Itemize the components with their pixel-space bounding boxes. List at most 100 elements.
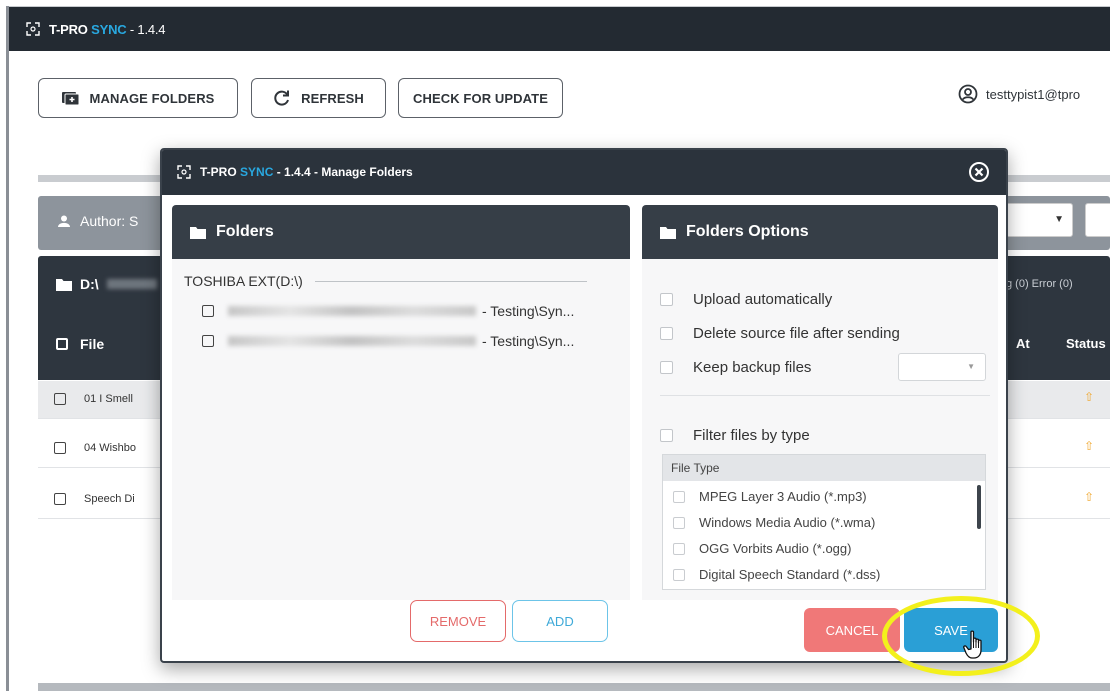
tree-divider bbox=[314, 280, 587, 282]
folder-item-label: - Testing\Syn... bbox=[482, 333, 575, 349]
folders-heading: Folders bbox=[216, 223, 274, 240]
folder-item-label: - Testing\Syn... bbox=[482, 303, 575, 319]
close-icon[interactable] bbox=[968, 161, 990, 183]
folder-icon bbox=[56, 278, 72, 291]
row-file-name: Speech Di bbox=[84, 493, 135, 505]
file-type-checkbox[interactable] bbox=[673, 516, 685, 529]
refresh-button[interactable]: REFRESH bbox=[251, 78, 386, 118]
folders-panel-body: TOSHIBA EXT(D:\) - Testing\Syn... - Test… bbox=[172, 259, 630, 642]
blurred-folder-name bbox=[106, 279, 157, 289]
file-type-label: MPEG Layer 3 Audio (*.mp3) bbox=[699, 489, 867, 504]
file-type-checkbox[interactable] bbox=[673, 490, 685, 503]
delete-source-option[interactable]: Delete source file after sending bbox=[660, 325, 900, 342]
file-type-item[interactable]: MPEG Layer 3 Audio (*.mp3) bbox=[673, 489, 867, 504]
row-checkbox[interactable] bbox=[54, 442, 66, 454]
folder-path: D:\ bbox=[56, 276, 157, 292]
folders-panel-header: Folders bbox=[172, 205, 630, 259]
column-file: File bbox=[56, 336, 104, 352]
drive-label: TOSHIBA EXT(D:\) bbox=[184, 273, 303, 289]
refresh-label: REFRESH bbox=[301, 90, 364, 106]
file-type-header: File Type bbox=[663, 455, 985, 481]
remove-folder-button[interactable]: REMOVE bbox=[410, 600, 506, 642]
folder-icon bbox=[660, 226, 676, 239]
upload-arrow-icon: ⇧ bbox=[1084, 490, 1095, 504]
add-folder-icon bbox=[61, 92, 80, 106]
app-title-version: - 1.4.4 bbox=[126, 22, 166, 37]
blurred-folder-path bbox=[228, 306, 476, 316]
file-type-checkbox[interactable] bbox=[673, 542, 685, 555]
options-divider bbox=[660, 395, 990, 396]
blurred-folder-path bbox=[228, 336, 476, 346]
tpro-logo-icon bbox=[26, 22, 40, 36]
app-title-bar: T-PRO SYNC - 1.4.4 bbox=[9, 7, 1110, 51]
file-type-checkbox[interactable] bbox=[673, 568, 685, 581]
folder-item[interactable]: - Testing\Syn... bbox=[202, 333, 574, 349]
row-file-name: 01 I Smell bbox=[84, 393, 133, 405]
chevron-down-icon: ▼ bbox=[1054, 214, 1064, 225]
dialog-title-brand: SYNC bbox=[240, 165, 274, 179]
delete-source-label: Delete source file after sending bbox=[693, 325, 900, 342]
file-type-label: Windows Media Audio (*.wma) bbox=[699, 515, 876, 530]
column-status: Status bbox=[1066, 336, 1106, 351]
keep-backup-checkbox[interactable] bbox=[660, 361, 673, 374]
check-for-update-label: CHECK FOR UPDATE bbox=[413, 90, 548, 106]
dialog-header: T-PRO SYNC - 1.4.4 - Manage Folders bbox=[162, 150, 1006, 195]
status-counts: g (0) Error (0) bbox=[1006, 278, 1073, 290]
filter-by-type-label: Filter files by type bbox=[693, 427, 810, 444]
upload-arrow-icon: ⇧ bbox=[1084, 390, 1095, 404]
frame-left-edge bbox=[6, 6, 9, 691]
file-type-label: OGG Vorbits Audio (*.ogg) bbox=[699, 541, 852, 556]
author-filter: Author: S bbox=[58, 213, 138, 229]
upload-arrow-icon: ⇧ bbox=[1084, 439, 1095, 453]
manage-folders-dialog: T-PRO SYNC - 1.4.4 - Manage Folders Fold… bbox=[160, 148, 1008, 663]
app-title: T-PRO SYNC - 1.4.4 bbox=[49, 22, 166, 37]
delete-source-checkbox[interactable] bbox=[660, 327, 673, 340]
options-panel-header: Folders Options bbox=[642, 205, 998, 259]
row-checkbox[interactable] bbox=[54, 393, 66, 405]
dialog-title: T-PRO SYNC - 1.4.4 - Manage Folders bbox=[200, 165, 413, 179]
keep-backup-option[interactable]: Keep backup files bbox=[660, 359, 811, 376]
highlight-annotation bbox=[882, 596, 1040, 676]
author-dropdown[interactable]: ▼ bbox=[1005, 203, 1073, 237]
check-for-update-button[interactable]: CHECK FOR UPDATE bbox=[398, 78, 563, 118]
refresh-icon bbox=[274, 90, 290, 106]
options-heading: Folders Options bbox=[686, 223, 809, 240]
add-folder-button[interactable]: ADD bbox=[512, 600, 608, 642]
select-all-checkbox[interactable] bbox=[56, 338, 68, 350]
file-type-label: Digital Speech Standard (*.dss) bbox=[699, 567, 881, 582]
file-type-item[interactable]: Digital Speech Standard (*.dss) bbox=[673, 567, 880, 582]
upload-automatically-label: Upload automatically bbox=[693, 291, 833, 308]
keep-backup-label: Keep backup files bbox=[693, 359, 812, 376]
options-panel-body: Upload automatically Delete source file … bbox=[642, 259, 998, 600]
file-type-scrollbar[interactable] bbox=[977, 485, 981, 529]
filter-by-type-checkbox[interactable] bbox=[660, 429, 673, 442]
app-title-prefix: T-PRO bbox=[49, 22, 92, 37]
tree-root-drive[interactable]: TOSHIBA EXT(D:\) bbox=[184, 273, 587, 289]
file-type-item[interactable]: OGG Vorbits Audio (*.ogg) bbox=[673, 541, 851, 556]
backup-count-select[interactable]: ▼ bbox=[898, 353, 986, 381]
dialog-title-rest: - 1.4.4 - Manage Folders bbox=[273, 165, 413, 179]
user-icon bbox=[58, 215, 70, 227]
filter-by-type-option[interactable]: Filter files by type bbox=[660, 427, 810, 444]
manage-folders-button[interactable]: MANAGE FOLDERS bbox=[38, 78, 238, 118]
hand-cursor-icon bbox=[963, 630, 982, 659]
secondary-dropdown[interactable] bbox=[1085, 203, 1110, 237]
user-account[interactable]: testtypist1@tpro bbox=[958, 84, 1080, 104]
folder-checkbox[interactable] bbox=[202, 305, 214, 317]
upload-automatically-checkbox[interactable] bbox=[660, 293, 673, 306]
folders-panel: Folders TOSHIBA EXT(D:\) - Testing\Syn..… bbox=[172, 205, 630, 642]
background-bottom-bar bbox=[38, 683, 1110, 691]
folder-item[interactable]: - Testing\Syn... bbox=[202, 303, 574, 319]
user-circle-icon bbox=[958, 84, 978, 104]
screenshot-stage: T-PRO SYNC - 1.4.4 MANAGE FOLDERS REFRES… bbox=[0, 0, 1110, 691]
row-checkbox[interactable] bbox=[54, 493, 66, 505]
folder-checkbox[interactable] bbox=[202, 335, 214, 347]
app-title-brand: SYNC bbox=[91, 22, 127, 37]
upload-automatically-option[interactable]: Upload automatically bbox=[660, 291, 832, 308]
tpro-logo-icon bbox=[177, 165, 191, 179]
column-file-label: File bbox=[80, 336, 105, 352]
dialog-title-prefix: T-PRO bbox=[200, 165, 241, 179]
manage-folders-label: MANAGE FOLDERS bbox=[89, 90, 215, 106]
file-type-item[interactable]: Windows Media Audio (*.wma) bbox=[673, 515, 875, 530]
user-email: testtypist1@tpro bbox=[986, 86, 1081, 102]
